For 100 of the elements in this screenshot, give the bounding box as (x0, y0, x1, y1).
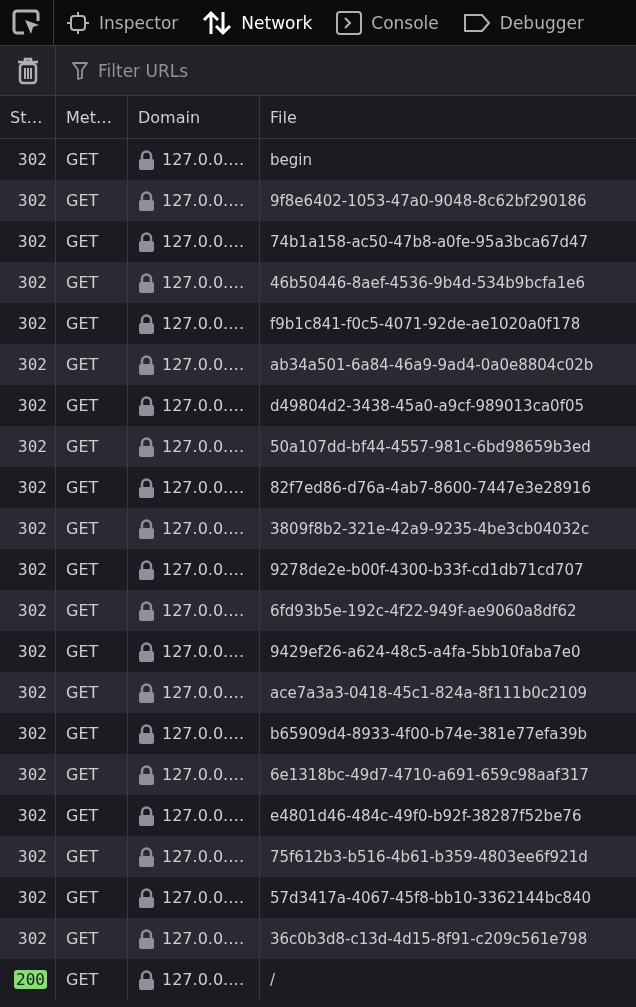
lock-icon (138, 600, 155, 621)
status-code: 302 (18, 396, 47, 415)
lock-icon (138, 559, 155, 580)
status-code: 302 (18, 765, 47, 784)
column-header[interactable]: Domain (138, 107, 201, 127)
status-code: 302 (18, 642, 47, 661)
domain-text: 127.0.0.… (162, 314, 245, 333)
file-name: ace7a3a3-0418-45c1-824a-8f111b0c2109 (270, 683, 588, 702)
domain-text: 127.0.0.… (162, 396, 245, 415)
console-icon (336, 10, 363, 35)
method-text: GET (66, 683, 99, 702)
domain-text: 127.0.0.… (162, 888, 245, 907)
cursor-icon (11, 8, 42, 37)
status-code: 302 (18, 847, 47, 866)
method-text: GET (66, 642, 99, 661)
status-code: 302 (18, 601, 47, 620)
method-text: GET (66, 273, 99, 292)
file-name: 50a107dd-bf44-4557-981c-6bd98659b3ed (270, 437, 591, 456)
status-badge: 200 (14, 970, 47, 989)
domain-text: 127.0.0.… (162, 191, 245, 210)
lock-icon (138, 436, 155, 457)
file-name: 6fd93b5e-192c-4f22-949f-ae9060a8df62 (270, 601, 577, 620)
toolbar-tab[interactable]: Console (324, 0, 451, 45)
file-name: 6e1318bc-49d7-4710-a691-659c98aaf317 (270, 765, 589, 784)
column-header[interactable]: File (270, 107, 297, 127)
status-code: 302 (18, 150, 47, 169)
column-header[interactable]: Met… (66, 107, 112, 127)
domain-text: 127.0.0.… (162, 150, 245, 169)
method-text: GET (66, 724, 99, 743)
file-name: 57d3417a-4067-45f8-bb10-3362144bc840 (270, 888, 592, 907)
method-text: GET (66, 191, 99, 210)
lock-icon (138, 846, 155, 867)
status-code: 302 (18, 929, 47, 948)
lock-icon (138, 477, 155, 498)
toolbar-tab[interactable]: Inspector (54, 0, 191, 45)
method-text: GET (66, 888, 99, 907)
status-code: 302 (18, 314, 47, 333)
trash-icon (16, 56, 39, 85)
file-name: 3809f8b2-321e-42a9-9235-4be3cb04032c (270, 519, 590, 538)
toolbar-tab[interactable]: Network (190, 0, 325, 45)
lock-icon (138, 764, 155, 785)
status-code: 302 (18, 191, 47, 210)
file-name: 9278de2e-b00f-4300-b33f-cd1db71cd707 (270, 560, 584, 579)
filter-icon (72, 61, 88, 80)
method-text: GET (66, 437, 99, 456)
file-name: 46b50446-8aef-4536-9b4d-534b9bcfa1e6 (270, 273, 585, 292)
file-name: ab34a501-6a84-46a9-9ad4-0a0e8804c02b (270, 355, 594, 374)
method-text: GET (66, 396, 99, 415)
lock-icon (138, 723, 155, 744)
file-name: 82f7ed86-d76a-4ab7-8600-7447e3e28916 (270, 478, 592, 497)
method-text: GET (66, 355, 99, 374)
file-name: e4801d46-484c-49f0-b92f-38287f52be76 (270, 806, 582, 825)
domain-text: 127.0.0.… (162, 929, 245, 948)
method-text: GET (66, 232, 99, 251)
column-header[interactable]: St… (10, 107, 43, 127)
file-name: d49804d2-3438-45a0-a9cf-989013ca0f05 (270, 396, 584, 415)
file-name: 75f612b3-b516-4b61-b359-4803ee6f921d (270, 847, 588, 866)
file-name: begin (270, 150, 312, 169)
inspector-icon (66, 10, 90, 35)
status-code: 302 (18, 478, 47, 497)
lock-icon (138, 682, 155, 703)
method-text: GET (66, 314, 99, 333)
method-text: GET (66, 806, 99, 825)
lock-icon (138, 518, 155, 539)
domain-text: 127.0.0.… (162, 970, 245, 989)
file-name: 74b1a158-ac50-47b8-a0fe-95a3bca67d47 (270, 232, 589, 251)
domain-text: 127.0.0.… (162, 806, 245, 825)
method-text: GET (66, 929, 99, 948)
method-text: GET (66, 560, 99, 579)
status-code: 302 (18, 437, 47, 456)
domain-text: 127.0.0.… (162, 273, 245, 292)
status-code: 302 (18, 683, 47, 702)
status-code: 302 (18, 273, 47, 292)
domain-text: 127.0.0.… (162, 478, 245, 497)
lock-icon (138, 928, 155, 949)
status-code: 302 (18, 888, 47, 907)
domain-text: 127.0.0.… (162, 724, 245, 743)
file-name: 9f8e6402-1053-47a0-9048-8c62bf290186 (270, 191, 587, 210)
method-text: GET (66, 765, 99, 784)
status-code: 302 (18, 519, 47, 538)
status-code: 302 (18, 724, 47, 743)
toolbar-tab[interactable]: Debugger (450, 0, 596, 45)
file-name: 36c0b3d8-c13d-4d15-8f91-c209c561e798 (270, 929, 588, 948)
lock-icon (138, 231, 155, 252)
domain-text: 127.0.0.… (162, 355, 245, 374)
method-text: GET (66, 150, 99, 169)
lock-icon (138, 354, 155, 375)
domain-text: 127.0.0.… (162, 642, 245, 661)
method-text: GET (66, 478, 99, 497)
lock-icon (138, 887, 155, 908)
file-name: b65909d4-8933-4f00-b74e-381e77efa39b (270, 724, 588, 743)
lock-icon (138, 395, 155, 416)
lock-icon (138, 149, 155, 170)
method-text: GET (66, 519, 99, 538)
lock-icon (138, 313, 155, 334)
file-name: 9429ef26-a624-48c5-a4fa-5bb10faba7e0 (270, 642, 581, 661)
lock-icon (138, 272, 155, 293)
method-text: GET (66, 601, 99, 620)
domain-text: 127.0.0.… (162, 232, 245, 251)
status-code: 302 (18, 355, 47, 374)
